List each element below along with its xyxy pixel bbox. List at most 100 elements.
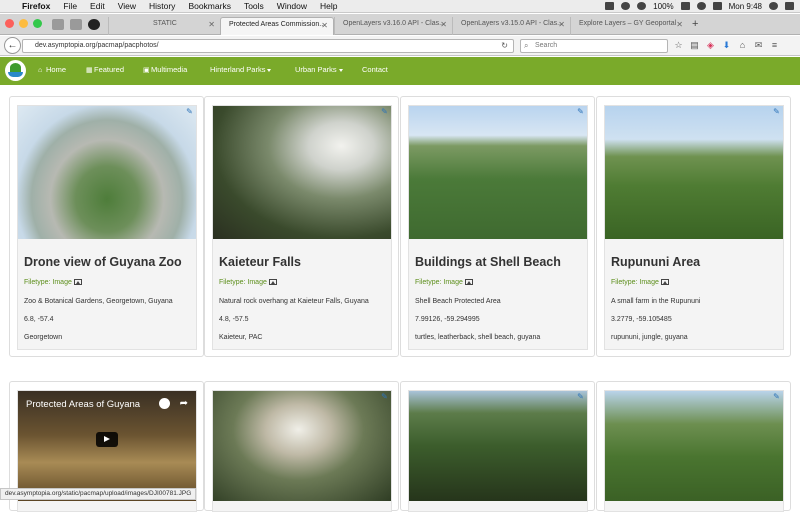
menu-help[interactable]: Help (320, 1, 337, 11)
photo-card[interactable]: ✎ (204, 381, 399, 512)
photo-thumbnail[interactable]: ✎ (18, 106, 196, 239)
card-title[interactable]: Kaieteur Falls (219, 255, 301, 269)
image-icon (660, 279, 669, 285)
os-menu-bar: Firefox File Edit View History Bookmarks… (0, 0, 800, 13)
browser-tab-strip: STATIC ✕ Protected Areas Commission... ✕… (0, 14, 800, 35)
card-coordinates: 7.99126, -59.294995 (415, 316, 480, 323)
nav-featured[interactable]: ▦Featured (86, 65, 124, 74)
pocket-icon[interactable]: ◈ (706, 40, 715, 50)
tab-static[interactable]: STATIC ✕ (108, 17, 220, 35)
share-icon[interactable]: ➦ (180, 398, 188, 409)
menu-tools[interactable]: Tools (244, 1, 264, 11)
close-tab-icon[interactable]: ✕ (558, 20, 565, 29)
reading-list-icon[interactable]: ▤ (690, 40, 699, 50)
photo-thumbnail[interactable]: ✎ (213, 391, 391, 501)
minimize-window-button[interactable] (19, 19, 28, 28)
accessibility-icon[interactable] (637, 2, 647, 10)
film-icon: ▦ (86, 67, 93, 74)
tab-label: Protected Areas Commission... (229, 21, 326, 28)
nav-urban-parks[interactable]: Urban Parks (295, 65, 343, 74)
video-thumbnail[interactable]: Protected Areas of Guyana ➦ (18, 391, 196, 501)
tab-label: STATIC (153, 20, 177, 27)
nav-multimedia[interactable]: ▣Multimedia (143, 65, 187, 74)
nav-home[interactable]: ⌂ Home (38, 65, 66, 74)
tab-protected-areas[interactable]: Protected Areas Commission... ✕ (220, 17, 334, 35)
zoom-window-button[interactable] (33, 19, 42, 28)
battery-icon[interactable] (680, 2, 690, 10)
menu-icon[interactable]: ≡ (770, 40, 779, 50)
pencil-icon[interactable]: ✎ (380, 107, 389, 116)
back-button[interactable]: ← (4, 37, 21, 54)
dropbox-icon[interactable] (605, 2, 615, 10)
spotlight-icon[interactable] (769, 2, 778, 10)
menubar-clock[interactable]: Mon 9:48 (729, 2, 762, 11)
photo-thumbnail[interactable]: ✎ (605, 106, 783, 239)
url-bar[interactable]: dev.asymptopia.org/pacmap/pacphotos/ ↻ (22, 39, 514, 53)
card-description: Natural rock overhang at Kaieteur Falls,… (219, 298, 369, 305)
chevron-down-icon (338, 68, 343, 72)
tab-gy-geoportal[interactable]: Explore Layers – GY Geoportal ✕ (570, 17, 688, 35)
chat-icon[interactable]: ✉ (754, 40, 763, 50)
card-coordinates: 3.2779, -59.105485 (611, 316, 672, 323)
photo-thumbnail[interactable]: ✎ (605, 391, 783, 501)
browser-toolbar: ← dev.asymptopia.org/pacmap/pacphotos/ ↻… (0, 36, 800, 56)
pencil-icon[interactable]: ✎ (772, 392, 781, 401)
photo-card[interactable]: ✎ Kaieteur Falls Filetype: Image Natural… (204, 96, 399, 357)
play-icon[interactable] (96, 432, 118, 447)
chevron-down-icon (267, 68, 272, 72)
card-title[interactable]: Rupununi Area (611, 255, 700, 269)
tab-openlayers-3160[interactable]: OpenLayers v3.16.0 API - Clas... ✕ (334, 17, 452, 35)
menu-view[interactable]: View (118, 1, 136, 11)
photo-card[interactable]: ✎ Buildings at Shell Beach Filetype: Ima… (400, 96, 595, 357)
card-title[interactable]: Drone view of Guyana Zoo (24, 255, 182, 269)
reload-icon[interactable]: ↻ (501, 40, 508, 52)
video-title[interactable]: Protected Areas of Guyana (26, 399, 140, 410)
volume-icon[interactable] (712, 2, 722, 10)
menu-bookmarks[interactable]: Bookmarks (188, 1, 231, 11)
watch-later-icon[interactable] (159, 398, 170, 409)
photo-card[interactable]: ✎ (400, 381, 595, 512)
home-icon: ⌂ (38, 67, 43, 74)
card-title[interactable]: Buildings at Shell Beach (415, 255, 561, 269)
home-icon[interactable]: ⌂ (738, 40, 747, 50)
pinned-tab-icon[interactable] (52, 19, 64, 30)
photo-card[interactable]: ✎ Rupununi Area Filetype: Image A small … (596, 96, 791, 357)
card-coordinates: 4.8, -57.5 (219, 316, 249, 323)
wifi-icon[interactable] (696, 2, 706, 10)
pinned-tab-icon[interactable] (70, 19, 82, 30)
photo-grid: ✎ Drone view of Guyana Zoo Filetype: Ima… (0, 85, 800, 512)
close-window-button[interactable] (5, 19, 14, 28)
close-tab-icon[interactable]: ✕ (676, 20, 683, 29)
pencil-icon[interactable]: ✎ (380, 392, 389, 401)
close-tab-icon[interactable]: ✕ (321, 21, 328, 30)
photo-thumbnail[interactable]: ✎ (409, 391, 587, 501)
close-tab-icon[interactable]: ✕ (440, 20, 447, 29)
github-icon[interactable] (88, 19, 100, 30)
star-icon[interactable]: ☆ (674, 40, 683, 50)
nav-contact[interactable]: Contact (362, 65, 388, 74)
pencil-icon[interactable]: ✎ (576, 107, 585, 116)
status-bar-url: dev.asymptopia.org/static/pacmap/upload/… (0, 488, 197, 500)
photo-thumbnail[interactable]: ✎ (409, 106, 587, 239)
menu-app[interactable]: Firefox (22, 1, 50, 11)
photo-card[interactable]: ✎ (596, 381, 791, 512)
close-tab-icon[interactable]: ✕ (208, 20, 215, 29)
site-logo[interactable] (5, 60, 26, 81)
notification-center-icon[interactable] (785, 2, 794, 10)
menu-file[interactable]: File (63, 1, 77, 11)
menu-history[interactable]: History (149, 1, 175, 11)
menu-edit[interactable]: Edit (90, 1, 105, 11)
menu-window[interactable]: Window (277, 1, 307, 11)
photo-card[interactable]: ✎ Drone view of Guyana Zoo Filetype: Ima… (9, 96, 204, 357)
download-icon[interactable]: ⬇ (722, 40, 731, 50)
nav-hinterland-parks[interactable]: Hinterland Parks (210, 65, 272, 74)
pencil-icon[interactable]: ✎ (185, 107, 194, 116)
pencil-icon[interactable]: ✎ (576, 392, 585, 401)
search-input[interactable]: ⌕ Search (520, 39, 668, 53)
battery-percent: 100% (653, 1, 674, 11)
time-machine-icon[interactable] (621, 2, 631, 10)
photo-thumbnail[interactable]: ✎ (213, 106, 391, 239)
pencil-icon[interactable]: ✎ (772, 107, 781, 116)
new-tab-button[interactable]: + (692, 18, 698, 30)
tab-openlayers-3150[interactable]: OpenLayers v3.15.0 API - Clas... ✕ (452, 17, 570, 35)
